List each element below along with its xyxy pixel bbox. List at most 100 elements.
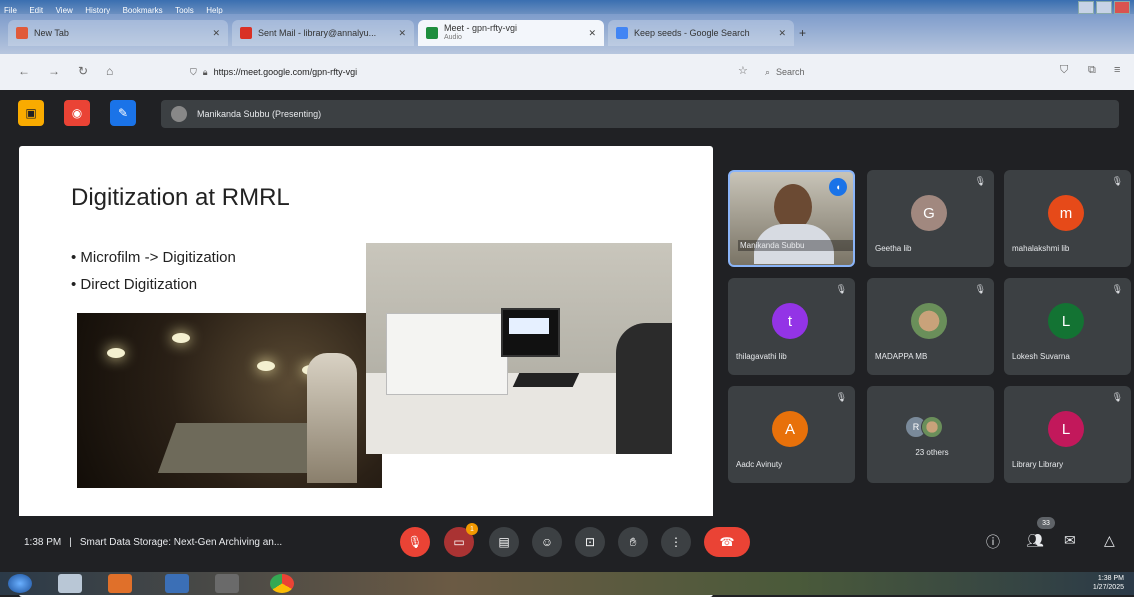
participant-name: Manikanda Subbu bbox=[738, 240, 853, 251]
close-icon[interactable]: ✕ bbox=[778, 28, 786, 39]
minimize-button[interactable] bbox=[1078, 1, 1094, 14]
participant-name: Lokesh Suvarna bbox=[1012, 352, 1070, 361]
avatar-photo bbox=[921, 416, 943, 438]
meet-window: ▣ ◉ ✎ Manikanda Subbu (Presenting) Digit… bbox=[0, 90, 1134, 597]
presenting-banner: Manikanda Subbu (Presenting) bbox=[161, 100, 1119, 128]
meeting-title: Smart Data Storage: Next-Gen Archiving a… bbox=[79, 537, 283, 548]
meeting-info: 1:38 PM | Smart Data Storage: Next-Gen A… bbox=[24, 537, 282, 548]
search-placeholder: Search bbox=[776, 67, 805, 77]
participant-tile[interactable]: 🎙︎ m mahalakshmi lib bbox=[1004, 170, 1131, 267]
media-player-icon[interactable] bbox=[215, 574, 239, 593]
mic-off-icon: 🎙︎ bbox=[1111, 176, 1123, 186]
maximize-button[interactable] bbox=[1096, 1, 1112, 14]
info-icon[interactable]: ⓘ bbox=[986, 532, 1000, 552]
participant-tile[interactable]: 🎙︎ A Aadc Avinuty bbox=[728, 386, 855, 483]
whiteboard-icon[interactable]: ✎ bbox=[110, 100, 136, 126]
mic-off-icon: 🎙︎ bbox=[407, 535, 423, 549]
avatar: L bbox=[1048, 303, 1084, 339]
google-icon bbox=[616, 27, 628, 39]
gmail-icon bbox=[240, 27, 252, 39]
url-bar[interactable]: ⛉ 🔒︎ https://meet.google.com/gpn-rfty-vg… bbox=[190, 62, 710, 82]
tab-label: Sent Mail - library@annalyu... bbox=[258, 28, 377, 38]
activities-icon[interactable]: △ bbox=[1104, 532, 1115, 549]
mic-off-icon: 🎙︎ bbox=[1111, 284, 1123, 294]
home-icon[interactable]: ⌂ bbox=[106, 64, 113, 78]
participant-tile[interactable]: 🎙︎ L Lokesh Suvarna bbox=[1004, 278, 1131, 375]
back-arrow-icon[interactable]: ← bbox=[18, 64, 30, 78]
notification-badge: 1 bbox=[466, 523, 478, 535]
avatar: A bbox=[772, 411, 808, 447]
search-input[interactable]: ⌕ Search bbox=[765, 62, 1025, 82]
clock-date: 1/27/2025 bbox=[1092, 584, 1124, 591]
others-count-label: 23 others bbox=[915, 448, 949, 457]
emoji-button[interactable]: ☺ bbox=[532, 527, 562, 557]
presenter-label: Manikanda Subbu (Presenting) bbox=[197, 109, 322, 119]
participant-tile[interactable]: 🎙︎ L Library Library bbox=[1004, 386, 1131, 483]
participant-name: Library Library bbox=[1012, 460, 1064, 469]
tab-sent-mail[interactable]: Sent Mail - library@annalyu... ✕ bbox=[232, 20, 414, 46]
tab-label: New Tab bbox=[34, 28, 69, 38]
window-controls bbox=[1078, 1, 1130, 14]
app-taskbar-icon[interactable] bbox=[165, 574, 189, 593]
slide-bullet: • Microfilm -> Digitization bbox=[71, 249, 236, 266]
firefox-taskbar-icon[interactable] bbox=[108, 574, 132, 593]
avatar: G bbox=[911, 195, 947, 231]
lock-icon: 🔒︎ bbox=[202, 66, 208, 77]
more-options-button[interactable]: ⋮ bbox=[661, 527, 691, 557]
close-icon[interactable]: ✕ bbox=[398, 28, 406, 39]
mic-off-button[interactable]: 🎙︎ bbox=[400, 527, 430, 557]
navigation-bar: ← → ↻ ⌂ ⛉ 🔒︎ https://meet.google.com/gpn… bbox=[0, 54, 1134, 91]
start-button[interactable] bbox=[8, 574, 32, 593]
activity-icon[interactable]: ▣ bbox=[18, 100, 44, 126]
chrome-taskbar-icon[interactable] bbox=[270, 574, 294, 593]
tab-google-search[interactable]: Keep seeds - Google Search ✕ bbox=[608, 20, 794, 46]
record-icon[interactable]: ◉ bbox=[64, 100, 90, 126]
clock-time: 1:38 PM bbox=[1097, 575, 1124, 582]
tab-strip: New Tab ✕ Sent Mail - library@annalyu...… bbox=[0, 14, 1134, 54]
others-avatars: R bbox=[905, 416, 943, 438]
hand-icon: ✋︎ bbox=[629, 534, 637, 549]
reload-icon[interactable]: ↻ bbox=[78, 64, 88, 78]
people-count-badge: 33 bbox=[1037, 517, 1055, 529]
others-tile[interactable]: R 23 others bbox=[867, 386, 994, 483]
avatar: t bbox=[772, 303, 808, 339]
bookmark-star-icon[interactable]: ☆ bbox=[738, 64, 748, 77]
close-icon[interactable]: ✕ bbox=[212, 28, 220, 39]
slide-title: Digitization at RMRL bbox=[71, 184, 290, 211]
new-tab-plus-icon[interactable]: + bbox=[799, 26, 806, 40]
tab-new-tab[interactable]: New Tab ✕ bbox=[8, 20, 228, 46]
close-icon[interactable]: ✕ bbox=[588, 28, 596, 39]
camera-off-button[interactable]: ▭ 1 bbox=[444, 523, 478, 557]
mic-off-icon: 🎙︎ bbox=[835, 392, 847, 402]
shield-icon: ⛉ bbox=[190, 66, 197, 77]
participant-name: thilagavathi lib bbox=[736, 352, 787, 361]
camera-off-icon: ▭ bbox=[453, 535, 465, 549]
participant-tile-speaker[interactable]: ◖ Manikanda Subbu bbox=[728, 170, 855, 267]
search-icon: ⌕ bbox=[765, 66, 771, 77]
close-window-button[interactable] bbox=[1114, 1, 1130, 14]
participant-tile[interactable]: 🎙︎ t thilagavathi lib bbox=[728, 278, 855, 375]
menu-icon[interactable]: ≡ bbox=[1114, 64, 1120, 76]
extensions-icon[interactable]: ⧉ bbox=[1088, 64, 1096, 77]
system-clock[interactable]: 1:38 PM 1/27/2025 bbox=[1093, 574, 1124, 592]
mic-off-icon: 🎙︎ bbox=[974, 284, 986, 294]
participant-tile[interactable]: 🎙︎ G Geetha lib bbox=[867, 170, 994, 267]
menu-bar: File Edit View History Bookmarks Tools H… bbox=[0, 0, 1134, 15]
chat-icon[interactable]: ✉︎ bbox=[1064, 532, 1076, 549]
divider: | bbox=[69, 537, 72, 548]
speaking-indicator-icon: ◖ bbox=[829, 178, 847, 196]
people-icon[interactable]: 👥︎ bbox=[1026, 532, 1044, 549]
participant-name: Geetha lib bbox=[875, 244, 912, 253]
slide-bullet: • Direct Digitization bbox=[71, 276, 198, 293]
tab-meet[interactable]: Meet - gpn-rfty-vgi Audio ✕ bbox=[418, 20, 604, 46]
mic-off-icon: 🎙︎ bbox=[1111, 392, 1123, 402]
participant-tile[interactable]: 🎙︎ MADAPPA MB bbox=[867, 278, 994, 375]
raise-hand-button[interactable]: ✋︎ bbox=[618, 527, 648, 557]
meet-control-bar: 1:38 PM | Smart Data Storage: Next-Gen A… bbox=[0, 516, 1134, 572]
captions-button[interactable]: ▤ bbox=[489, 527, 519, 557]
forward-arrow-icon[interactable]: → bbox=[48, 64, 60, 78]
leave-call-button[interactable]: ☎︎ bbox=[704, 527, 750, 557]
present-button[interactable]: ⊡ bbox=[575, 527, 605, 557]
explorer-icon[interactable] bbox=[58, 574, 82, 593]
shield-status-icon[interactable]: ⛉ bbox=[1060, 64, 1068, 77]
